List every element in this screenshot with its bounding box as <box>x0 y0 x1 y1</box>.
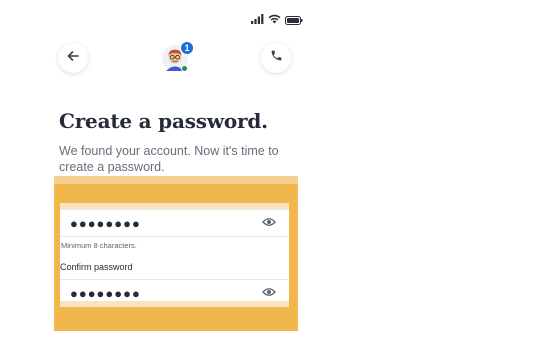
phone-icon <box>270 49 283 67</box>
status-bar <box>251 10 303 25</box>
eye-icon <box>262 214 276 232</box>
battery-icon <box>285 12 303 25</box>
phone-button[interactable] <box>261 43 291 73</box>
notification-badge: 1 <box>180 41 194 55</box>
highlight-top-strip <box>54 176 298 184</box>
wifi-icon <box>268 11 281 24</box>
signal-icon <box>251 11 264 24</box>
password-masked-value: ●●●●●●●● <box>70 215 141 231</box>
confirm-password-label: Confirm password <box>60 262 133 272</box>
avatar[interactable]: 1 <box>160 41 194 73</box>
show-confirm-password-toggle[interactable] <box>261 285 277 301</box>
eye-icon <box>262 284 276 302</box>
page-subtitle: We found your account. Now it's time to … <box>59 144 279 174</box>
create-password-screen: 1 Create a password. We found your accou… <box>0 0 560 362</box>
password-hint: Minimum 8 characters. <box>61 241 137 250</box>
online-status-dot <box>181 65 188 72</box>
password-input[interactable]: ●●●●●●●● <box>60 209 289 237</box>
back-button[interactable] <box>58 43 88 73</box>
arrow-left-icon <box>67 49 79 67</box>
show-password-toggle[interactable] <box>261 215 277 231</box>
page-title: Create a password. <box>59 109 268 133</box>
confirm-password-masked-value: ●●●●●●●● <box>70 285 141 301</box>
form-card-bottom-edge <box>60 301 289 307</box>
